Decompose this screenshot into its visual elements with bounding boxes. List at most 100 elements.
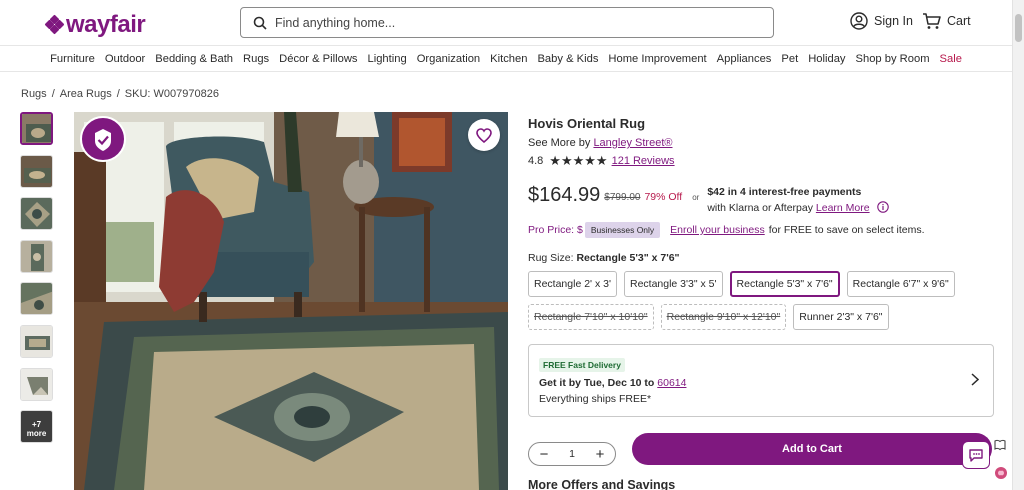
zip-code-link[interactable]: 60614 [657,377,686,389]
rating-value: 4.8 [528,155,544,167]
thumbnail-2[interactable] [20,154,53,188]
breadcrumb-separator: / [116,88,120,100]
pro-price-label: Pro Price: $ [528,224,583,236]
reviews-link[interactable]: 121 Reviews [612,155,675,167]
heart-icon [476,127,492,143]
installments-info: $42 in 4 interest-free payments with Kla… [707,184,889,216]
breadcrumb-sku: SKU: W007970826 [124,88,219,100]
product-title: Hovis Oriental Rug [528,116,646,131]
size-option-9x12-unavailable[interactable]: Rectangle 9'10" x 12'10" [660,304,787,330]
size-option-2x3[interactable]: Rectangle 2' x 3' [528,271,617,297]
info-icon[interactable] [876,201,889,213]
more-thumbnails-button[interactable]: +7 more [20,410,53,444]
delivery-date-text: Get it by Tue, Dec 10 to [539,377,655,389]
increase-quantity-button[interactable]: + [593,446,607,463]
installments-amount: $42 in 4 interest-free payments [707,186,862,198]
quantity-value[interactable]: 1 [569,448,575,460]
size-option-5x8-selected[interactable]: Rectangle 5'3" x 7'6" [729,271,840,297]
was-price: $799.00 [604,192,641,203]
nav-item-furniture[interactable]: Furniture [45,53,100,65]
learn-more-link[interactable]: Learn More [816,202,870,214]
more-offers-heading: More Offers and Savings [528,478,676,490]
sale-price: $164.99 [528,184,601,206]
nav-item-bedding-bath[interactable]: Bedding & Bath [150,53,238,65]
nav-item-baby-kids[interactable]: Baby & Kids [532,53,603,65]
ships-free-text: Everything ships FREE* [539,393,652,405]
book-icon[interactable] [994,439,1006,451]
chat-button[interactable] [962,441,990,469]
nav-item-lighting[interactable]: Lighting [363,53,412,65]
chat-icon [969,449,983,462]
thumbnail-1[interactable] [20,112,53,145]
nav-item-pet[interactable]: Pet [776,53,803,65]
brand-line: See More by Langley Street® [528,137,998,149]
favorite-button[interactable] [468,119,500,151]
site-header: wayfair Sign In Cart [0,0,1012,46]
thumbnail-6[interactable] [20,324,53,358]
see-more-prefix: See More by [528,137,591,149]
pro-price-row: Pro Price: $ Businesses Only Enroll your… [528,222,925,238]
nav-item-rugs[interactable]: Rugs [238,53,274,65]
category-nav: Furniture Outdoor Bedding & Bath Rugs Dé… [0,47,1012,72]
rug-size-label: Rug Size: Rectangle 5'3" x 7'6" [528,252,680,264]
breadcrumb: Rugs / Area Rugs / SKU: W007970826 [21,88,219,100]
logo-mark-icon [44,14,65,35]
installments-provider: with Klarna or Afterpay [707,202,813,214]
logo-text: wayfair [66,11,146,38]
assistant-brain-icon[interactable] [994,466,1008,480]
rating-row: 4.8 ★★★★★ 121 Reviews [528,153,998,169]
page-scrollbar[interactable] [1012,0,1024,490]
rug-size-prefix: Rug Size: [528,252,574,264]
nav-item-outdoor[interactable]: Outdoor [100,53,150,65]
size-option-runner[interactable]: Runner 2'3" x 7'6" [793,304,889,330]
enroll-rest-text: for FREE to save on select items. [768,224,925,236]
thumbnail-3[interactable] [20,197,53,231]
nav-item-organization[interactable]: Organization [412,53,485,65]
or-divider: or [692,193,700,202]
cart-icon [923,13,941,29]
quantity-stepper: − 1 + [528,442,616,466]
search-bar[interactable] [240,7,774,38]
search-input[interactable] [275,15,755,30]
thumbnail-7[interactable] [20,367,53,401]
nav-item-decor-pillows[interactable]: Décor & Pillows [274,53,362,65]
free-delivery-badge: FREE Fast Delivery [539,358,625,372]
thumbnail-5[interactable] [20,282,53,316]
nav-item-shop-by-room[interactable]: Shop by Room [851,53,935,65]
scrollbar-thumb[interactable] [1015,14,1022,42]
thumbnail-4[interactable] [20,239,53,273]
more-label: more [26,429,47,439]
cart-button[interactable]: Cart [922,12,971,30]
breadcrumb-separator: / [51,88,55,100]
wayfair-logo[interactable]: wayfair [44,11,146,39]
size-option-3x5[interactable]: Rectangle 3'3" x 5' [623,271,723,297]
percent-off: 79% Off [644,191,683,203]
nav-item-sale[interactable]: Sale [935,53,967,65]
chevron-right-icon [971,373,979,386]
add-to-cart-button[interactable]: Add to Cart [632,433,992,465]
breadcrumb-rugs[interactable]: Rugs [21,88,47,100]
decrease-quantity-button[interactable]: − [537,446,551,463]
cart-label: Cart [947,14,971,28]
businesses-only-badge: Businesses Only [584,222,661,238]
enroll-business-link[interactable]: Enroll your business [670,224,765,236]
sign-in-label: Sign In [874,14,913,28]
size-option-6x9[interactable]: Rectangle 6'7" x 9'6" [846,271,955,297]
account-icon [850,12,868,30]
star-rating-icon: ★★★★★ [549,153,608,168]
breadcrumb-area-rugs[interactable]: Area Rugs [60,88,112,100]
size-option-8x10-unavailable[interactable]: Rectangle 7'10" x 10'10" [528,304,654,330]
search-icon [253,16,267,30]
nav-item-holiday[interactable]: Holiday [803,53,850,65]
brand-link[interactable]: Langley Street® [593,137,672,149]
nav-item-kitchen[interactable]: Kitchen [485,53,532,65]
sign-in-button[interactable]: Sign In [850,12,913,30]
main-product-image[interactable] [74,112,508,490]
nav-item-appliances[interactable]: Appliances [712,53,777,65]
more-count: +7 [31,420,42,430]
product-info: Hovis Oriental Rug See More by Langley S… [528,112,998,490]
delivery-card[interactable]: FREE Fast Delivery Get it by Tue, Dec 10… [528,344,994,417]
price-row: $164.99 $799.00 79% Off or $42 in 4 inte… [528,184,889,216]
nav-item-home-improvement[interactable]: Home Improvement [603,53,711,65]
thumbnail-strip: +7 more [20,112,53,453]
